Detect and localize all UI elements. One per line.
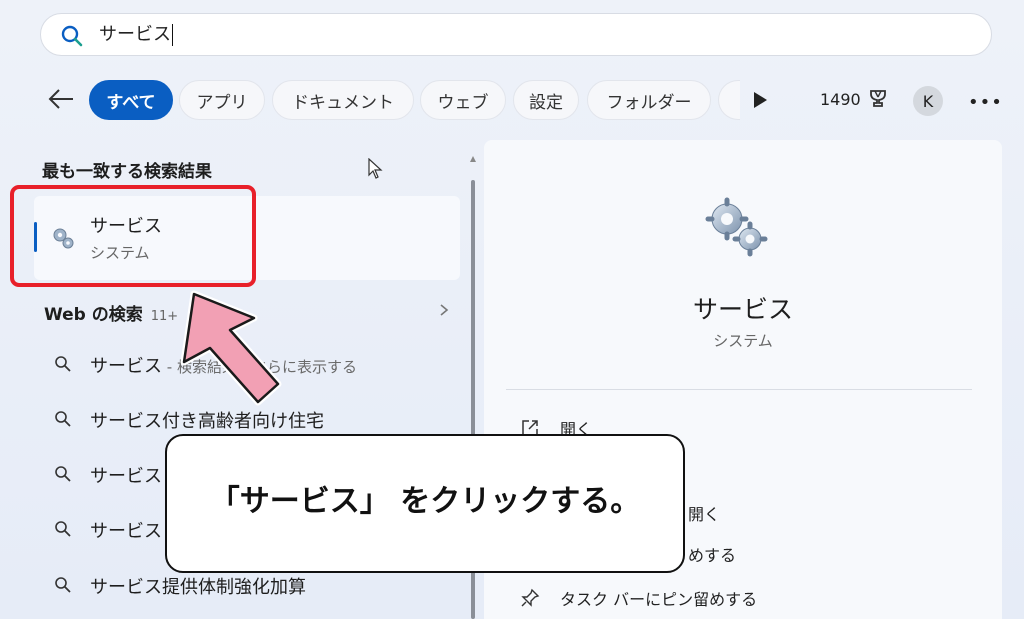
details-subtitle: システム: [713, 332, 773, 350]
tab-documents[interactable]: ドキュメント: [272, 80, 414, 120]
back-arrow-icon[interactable]: [46, 84, 76, 114]
web-search-item-label: サービス付き高齢者向け住宅: [90, 411, 324, 432]
search-icon: [55, 356, 71, 372]
tab-folders[interactable]: フォルダー: [587, 80, 711, 120]
web-search-item-label: サービス: [90, 521, 162, 542]
pin-icon: [521, 588, 540, 607]
rewards-points: 1490: [820, 90, 861, 109]
play-icon[interactable]: [752, 91, 768, 109]
tab-more-partial[interactable]: [718, 80, 740, 120]
search-icon: [55, 577, 71, 593]
web-search-item-label: サービス: [90, 466, 162, 487]
action-label: 開く: [688, 505, 721, 524]
search-icon: [61, 25, 83, 47]
services-gear-icon: [705, 197, 768, 257]
search-icon: [55, 411, 71, 427]
trophy-icon[interactable]: [867, 88, 889, 110]
tab-settings[interactable]: 設定: [513, 80, 579, 120]
pointer-arrow-annotation: [180, 290, 282, 406]
text-caret: [172, 24, 173, 46]
mouse-cursor-icon: [368, 158, 383, 179]
tab-web[interactable]: ウェブ: [420, 80, 506, 120]
scroll-up-icon[interactable]: [469, 155, 477, 163]
avatar[interactable]: K: [913, 86, 943, 116]
more-options-icon[interactable]: •••: [968, 92, 1002, 113]
highlight-box: [10, 185, 256, 287]
web-search-heading[interactable]: Web の検索 11+: [44, 300, 178, 325]
divider: [506, 389, 972, 390]
action-label: タスク バーにピン留めする: [560, 590, 758, 609]
search-icon: [55, 521, 71, 537]
action-pin-taskbar[interactable]: タスク バーにピン留めする: [506, 578, 972, 618]
details-title: サービス: [692, 295, 793, 324]
web-search-item-label: サービス提供体制強化加算: [90, 577, 306, 598]
search-input[interactable]: サービス: [99, 23, 173, 47]
best-match-heading: 最も一致する検索結果: [42, 162, 212, 182]
search-box[interactable]: サービス: [40, 13, 992, 56]
web-search-count: 11+: [150, 309, 179, 324]
tab-all[interactable]: すべて: [89, 80, 173, 120]
tab-apps[interactable]: アプリ: [179, 80, 265, 120]
action-label: めする: [688, 546, 737, 565]
instruction-text: 「サービス」 をクリックする。: [209, 484, 641, 519]
chevron-right-icon[interactable]: [438, 303, 450, 317]
search-icon: [55, 466, 71, 482]
